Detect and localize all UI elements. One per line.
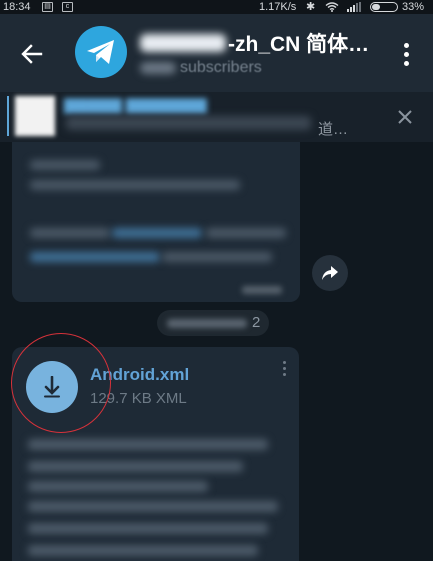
redacted-date: [167, 319, 247, 328]
pinned-close-button[interactable]: [392, 104, 418, 130]
redacted-line: [28, 523, 268, 534]
telegram-plane-icon: [87, 40, 114, 64]
channel-info[interactable]: -zh_CN 简体… subscribers: [140, 28, 380, 78]
redacted-line: [28, 439, 268, 450]
back-button[interactable]: [14, 36, 50, 72]
pinned-thumbnail: [15, 96, 55, 136]
share-button[interactable]: [312, 255, 348, 291]
pinned-text-redacted: [66, 116, 311, 130]
date-separator: 2: [157, 310, 269, 336]
close-icon: [398, 110, 412, 124]
battery-icon: [370, 2, 398, 12]
redacted-line: [30, 160, 100, 170]
message-bubble-redacted[interactable]: [12, 142, 300, 302]
chat-header: -zh_CN 简体… subscribers: [0, 14, 433, 92]
gallery-icon: ▤: [42, 2, 53, 12]
share-arrow-icon: [322, 266, 338, 280]
network-speed: 1.17K/s: [259, 1, 297, 13]
bluetooth-icon: ✱: [306, 1, 316, 13]
more-options-button[interactable]: [392, 34, 420, 74]
message-list[interactable]: 2 Android.xml 129.7 KB XML: [0, 142, 433, 561]
battery-level: [372, 4, 380, 10]
status-time: 18:34: [3, 1, 31, 13]
arrow-left-icon: [21, 44, 43, 64]
redacted-subscriber-count: [140, 62, 176, 74]
channel-avatar[interactable]: [75, 26, 127, 78]
menu-dot: [403, 60, 409, 66]
pinned-title-redacted: ▇▇▇▇▇ ▇▇▇▇▇▇▇: [64, 97, 207, 114]
status-bar: 18:34 ▤ c 1.17K/s ✱ 33%: [0, 0, 433, 14]
redacted-link: [30, 252, 160, 262]
redacted-link: [112, 228, 202, 238]
channel-title-line: -zh_CN 简体…: [140, 28, 380, 58]
redacted-line: [30, 228, 110, 238]
menu-dot: [282, 372, 286, 376]
menu-dot: [403, 51, 409, 57]
signal-icon: [347, 2, 361, 12]
date-separator-visible: 2: [252, 314, 261, 331]
menu-dot: [282, 366, 286, 370]
more-vertical-icon: [403, 42, 409, 48]
redacted-line: [28, 461, 243, 472]
download-button[interactable]: [26, 361, 78, 413]
app-icon: c: [62, 2, 73, 12]
redacted-line: [30, 180, 240, 190]
redacted-line: [28, 501, 278, 512]
redacted-line: [28, 481, 208, 492]
channel-subtitle-line: subscribers: [140, 58, 380, 78]
file-message-bubble[interactable]: Android.xml 129.7 KB XML: [12, 347, 299, 561]
more-vertical-icon: [282, 360, 286, 364]
download-arrow-icon: [44, 376, 60, 398]
redacted-title-prefix: [140, 34, 226, 52]
message-time-redacted: [242, 286, 282, 294]
redacted-line: [206, 228, 286, 238]
redacted-line: [28, 545, 258, 556]
file-options-button[interactable]: [278, 357, 290, 379]
channel-subscribers: subscribers: [180, 59, 262, 76]
wifi-icon: [325, 2, 339, 12]
file-meta: 129.7 KB XML: [90, 390, 187, 407]
redacted-line: [162, 252, 272, 262]
battery-percent: 33%: [402, 1, 425, 13]
channel-title: -zh_CN 简体…: [228, 33, 370, 56]
pinned-text-tail: 道…: [318, 121, 349, 138]
pinned-accent-bar: [7, 96, 9, 136]
file-name[interactable]: Android.xml: [90, 365, 189, 385]
pinned-message-bar[interactable]: ▇▇▇▇▇ ▇▇▇▇▇▇▇ 道…: [0, 92, 433, 142]
